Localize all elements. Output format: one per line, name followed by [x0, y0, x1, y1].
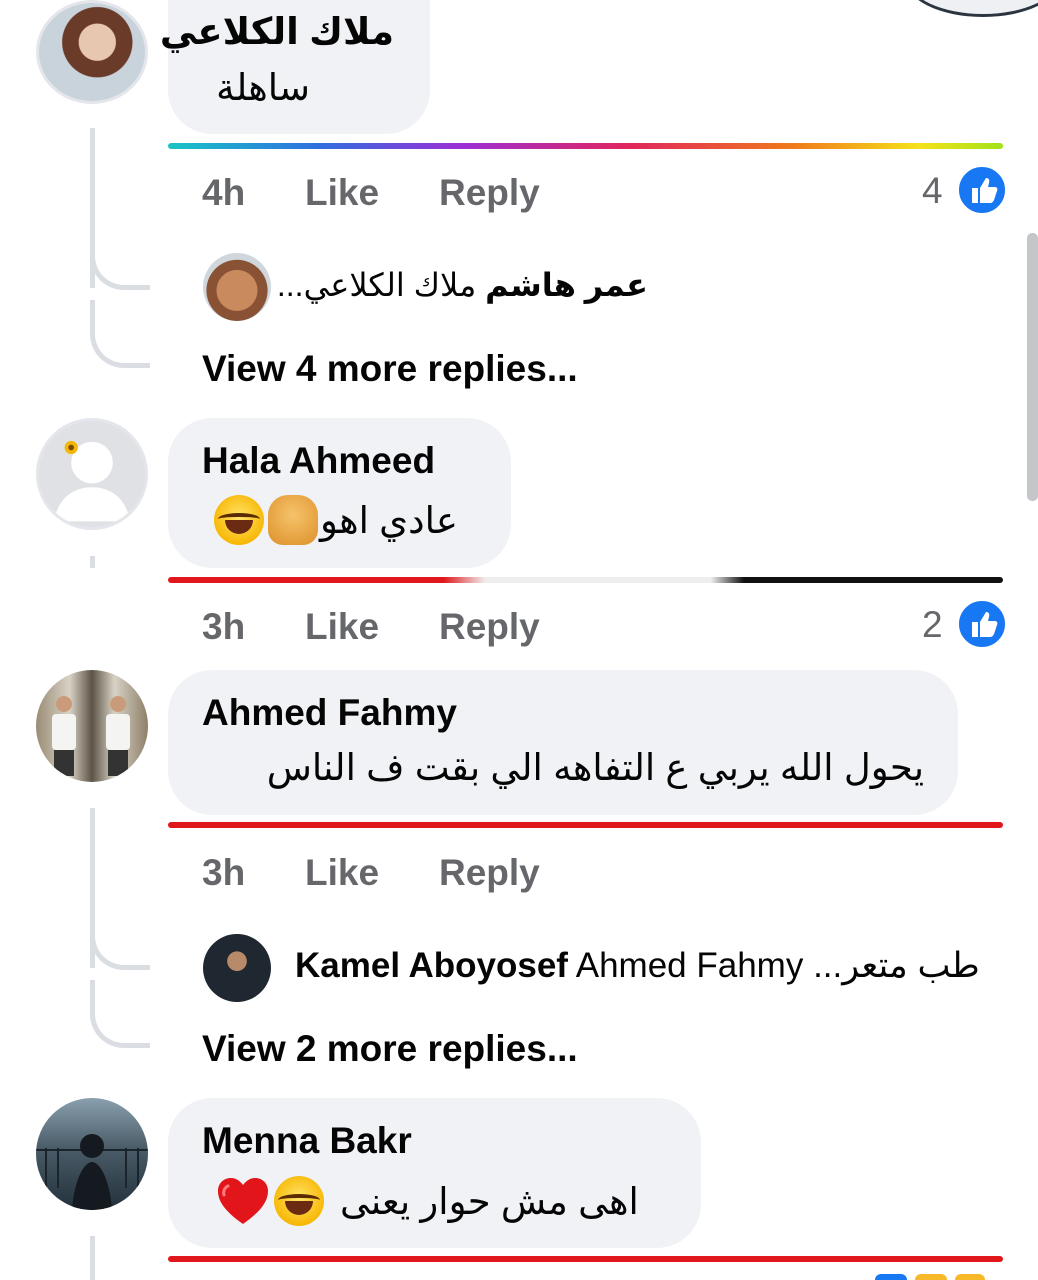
- comment-text: عادي اهو: [320, 499, 458, 541]
- avatar[interactable]: [203, 934, 271, 1002]
- reply-text: طب متعر...: [813, 946, 980, 985]
- thread-line: [90, 1236, 95, 1280]
- reply-button[interactable]: Reply: [439, 606, 540, 648]
- reply-author[interactable]: عمر هاشم: [485, 267, 648, 303]
- partial-reaction-icons: [875, 1274, 985, 1280]
- shrug-emoji: [268, 495, 318, 545]
- thread-branch: [90, 300, 150, 368]
- thread-branch: [90, 980, 150, 1048]
- comment-time: 4h: [202, 172, 246, 213]
- color-divider: [168, 822, 1003, 828]
- reply-button[interactable]: Reply: [439, 852, 540, 894]
- thread-line: [90, 556, 95, 568]
- comment-text: يحول الله يربي ع التفاهه الي بقت ف الناس: [266, 747, 924, 788]
- comment-author[interactable]: Ahmed Fahmy: [202, 692, 457, 734]
- like-button[interactable]: Like: [305, 606, 379, 648]
- thread-branch: [90, 250, 150, 290]
- partial-avatar-edge: [905, 0, 1038, 17]
- color-divider: [168, 1256, 1003, 1262]
- comment-author[interactable]: ملاك الكلاعي: [160, 10, 394, 53]
- color-divider: [168, 577, 1003, 583]
- avatar[interactable]: [36, 670, 148, 782]
- comment-text: اهى مش حوار يعنى: [340, 1180, 639, 1222]
- reaction-count[interactable]: 2: [922, 604, 943, 646]
- comment-time: 3h: [202, 852, 246, 893]
- thread-branch: [90, 930, 150, 970]
- reply-mention[interactable]: Ahmed Fahmy: [576, 946, 804, 985]
- comment-author[interactable]: Hala Ahmeed: [202, 440, 435, 482]
- like-thumb-icon: [956, 598, 1008, 650]
- like-button[interactable]: Like: [305, 852, 379, 894]
- reply-text: ملاك الكلاعي...: [276, 267, 477, 303]
- comment-text: ساهلة: [216, 67, 310, 108]
- view-more-replies[interactable]: View 2 more replies...: [202, 1028, 578, 1070]
- reply-author[interactable]: Kamel Aboyosef: [295, 946, 568, 985]
- red-heart-emoji: [216, 1176, 270, 1226]
- color-divider: [168, 143, 1003, 149]
- comment-time: 3h: [202, 606, 246, 647]
- comment-text-line: عادي اهو: [212, 495, 458, 545]
- view-more-replies[interactable]: View 4 more replies...: [202, 348, 578, 390]
- comment-author[interactable]: Menna Bakr: [202, 1120, 412, 1162]
- reply-preview[interactable]: عمر هاشم ملاك الكلاعي...: [277, 266, 648, 304]
- laughing-tears-emoji: [274, 1176, 324, 1226]
- like-button[interactable]: Like: [305, 172, 379, 214]
- like-thumb-icon: [956, 164, 1008, 216]
- reply-button[interactable]: Reply: [439, 172, 540, 214]
- avatar[interactable]: [36, 0, 148, 104]
- reaction-count[interactable]: 4: [922, 170, 943, 212]
- avatar[interactable]: [203, 253, 271, 321]
- reply-preview[interactable]: Kamel Aboyosef Ahmed Fahmy طب متعر...: [295, 946, 980, 986]
- avatar[interactable]: [36, 418, 148, 530]
- comment-text-line: اهى مش حوار يعنى: [214, 1176, 639, 1226]
- laughing-tears-emoji: [214, 495, 264, 545]
- avatar[interactable]: [36, 1098, 148, 1210]
- scrollbar-thumb[interactable]: [1027, 233, 1038, 501]
